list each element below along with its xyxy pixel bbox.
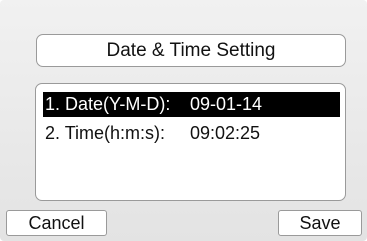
- settings-menu: 1. Date(Y-M-D): 09-01-14 2. Time(h:m:s):…: [35, 83, 346, 201]
- cancel-button[interactable]: Cancel: [6, 210, 107, 236]
- phone-screen: Date & Time Setting 1. Date(Y-M-D): 09-0…: [0, 0, 367, 241]
- menu-item-label: 1. Date(Y-M-D):: [45, 94, 171, 114]
- time-value: 09:02:25: [190, 123, 261, 143]
- menu-item-date[interactable]: 1. Date(Y-M-D): 09-01-14: [43, 92, 340, 117]
- date-value: 09-01-14: [190, 94, 263, 114]
- save-button[interactable]: Save: [278, 210, 362, 236]
- screen-title: Date & Time Setting: [36, 34, 346, 67]
- menu-item-time[interactable]: 2. Time(h:m:s): 09:02:25: [43, 121, 340, 146]
- menu-item-label: 2. Time(h:m:s):: [45, 123, 166, 143]
